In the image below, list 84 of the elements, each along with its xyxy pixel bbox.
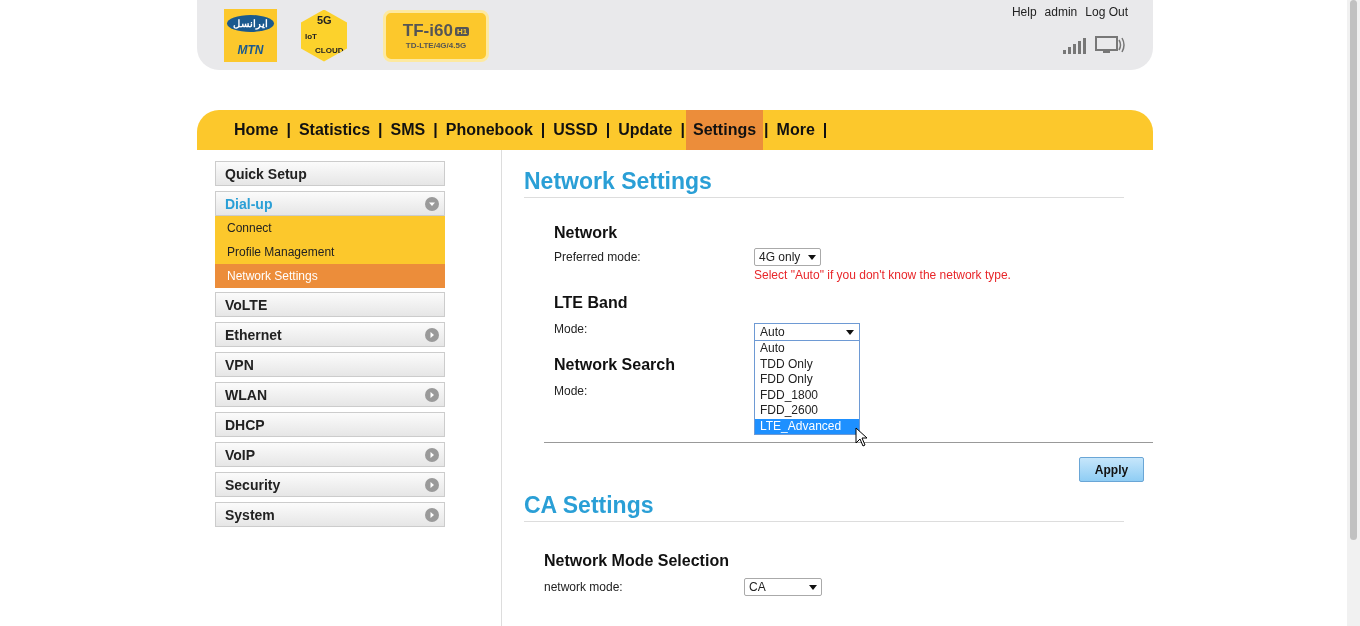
logo-text: TD-LTE/4G/4.5G: [405, 41, 467, 50]
nav-tab[interactable]: Settings: [685, 110, 764, 150]
logo-text: MTN: [237, 42, 264, 57]
sidebar-item-label: VPN: [225, 356, 254, 373]
caret-icon: [846, 328, 854, 336]
sidebar-item[interactable]: Ethernet: [215, 322, 445, 347]
sidebar-item-label: Ethernet: [225, 326, 282, 343]
sidebar-item-label: System: [225, 506, 275, 523]
sidebar-item-label: Quick Setup: [225, 165, 307, 182]
caret-icon: [808, 253, 817, 261]
dropdown-option[interactable]: Auto: [755, 341, 859, 357]
submenu-item[interactable]: Connect: [215, 216, 445, 240]
nav-tab[interactable]: Statistics: [291, 110, 378, 150]
chevron-right-icon[interactable]: [425, 327, 439, 342]
nav-separator: |: [539, 120, 547, 140]
field-label: Mode:: [554, 322, 589, 336]
submenu-item[interactable]: Profile Management: [215, 240, 445, 264]
dropdown-option[interactable]: FDD_1800: [755, 387, 859, 403]
sidebar-item[interactable]: Security: [215, 472, 445, 497]
field-label: Mode:: [554, 384, 589, 398]
chevron-right-icon[interactable]: [425, 447, 439, 462]
chevron-right-icon[interactable]: [425, 507, 439, 522]
field-label: Preferred mode:: [554, 250, 642, 264]
nav-tab[interactable]: USSD: [546, 110, 605, 150]
hint-text: Select "Auto" if you don't know the network type.: [754, 268, 1012, 284]
monitor-icon: [1095, 36, 1125, 54]
nav-separator: |: [285, 120, 292, 140]
select-value: 4G only: [759, 250, 801, 264]
nav-tab[interactable]: Home: [227, 110, 286, 150]
scrollbar[interactable]: [1347, 0, 1360, 626]
sidebar-item[interactable]: VoIP: [215, 442, 445, 467]
chevron-right-icon[interactable]: [425, 477, 439, 492]
nav-tab[interactable]: More: [769, 110, 822, 150]
dropdown-option[interactable]: TDD Only: [755, 356, 859, 372]
header-link[interactable]: Help: [1011, 5, 1037, 19]
nav-separator: |: [377, 120, 384, 140]
sidebar-item[interactable]: WLAN: [215, 382, 445, 407]
nav-tab[interactable]: SMS: [383, 110, 433, 150]
sidebar-item-label: VoIP: [225, 446, 256, 463]
sidebar-item[interactable]: VoLTE: [215, 292, 445, 317]
caret-icon: [809, 583, 817, 591]
logo-text: TF-i60: [402, 21, 453, 41]
lte-band-select[interactable]: Auto: [754, 323, 860, 341]
nav-tab[interactable]: Update: [611, 110, 680, 150]
header-link[interactable]: Log Out: [1085, 5, 1128, 19]
sidebar-item-label: DHCP: [225, 416, 265, 433]
signal-icon: [1063, 38, 1087, 54]
nav-separator: |: [763, 120, 770, 140]
select-value: CA: [749, 580, 766, 594]
sidebar-item-label: WLAN: [225, 386, 267, 403]
sidebar-item-label: VoLTE: [225, 296, 268, 313]
preferred-mode-select[interactable]: 4G only: [754, 248, 822, 266]
sidebar-item-label: Dial-up: [225, 195, 273, 212]
dropdown-option[interactable]: FDD Only: [755, 372, 859, 388]
chevron-down-icon[interactable]: [425, 196, 439, 211]
apply-button[interactable]: Apply: [1079, 457, 1144, 482]
nav-separator: |: [679, 120, 686, 140]
field-label: network mode:: [544, 580, 624, 594]
logo-text: CLOUD: [315, 45, 344, 55]
page-title: Network Settings: [524, 168, 1124, 198]
logo-text: H1: [454, 26, 470, 36]
section-heading: Network: [554, 224, 618, 242]
chevron-right-icon[interactable]: [425, 387, 439, 402]
sidebar-item[interactable]: DHCP: [215, 412, 445, 437]
nav-tab[interactable]: Phonebook: [438, 110, 540, 150]
sidebar-item[interactable]: Quick Setup: [215, 161, 445, 186]
sidebar-item-label: Security: [225, 476, 281, 493]
nav-separator: |: [821, 120, 829, 140]
sidebar-item[interactable]: VPN: [215, 352, 445, 377]
nav-separator: |: [604, 120, 612, 140]
dropdown-option[interactable]: FDD_2600: [755, 403, 859, 419]
section-heading: Network Search: [554, 356, 675, 374]
select-value: Auto: [760, 325, 785, 339]
logo-text: ایرانسل: [227, 14, 274, 32]
network-mode-select[interactable]: CA: [744, 578, 822, 596]
page-title: CA Settings: [524, 492, 1124, 522]
section-heading: Network Mode Selection: [544, 552, 729, 570]
header-link[interactable]: admin: [1044, 5, 1078, 19]
logo-text: IoT: [305, 31, 317, 41]
logo-text: 5G: [317, 13, 332, 26]
scrollbar-thumb[interactable]: [1350, 0, 1357, 540]
sidebar-item[interactable]: System: [215, 502, 445, 527]
section-heading: LTE Band: [554, 294, 628, 312]
nav-separator: |: [432, 120, 439, 140]
